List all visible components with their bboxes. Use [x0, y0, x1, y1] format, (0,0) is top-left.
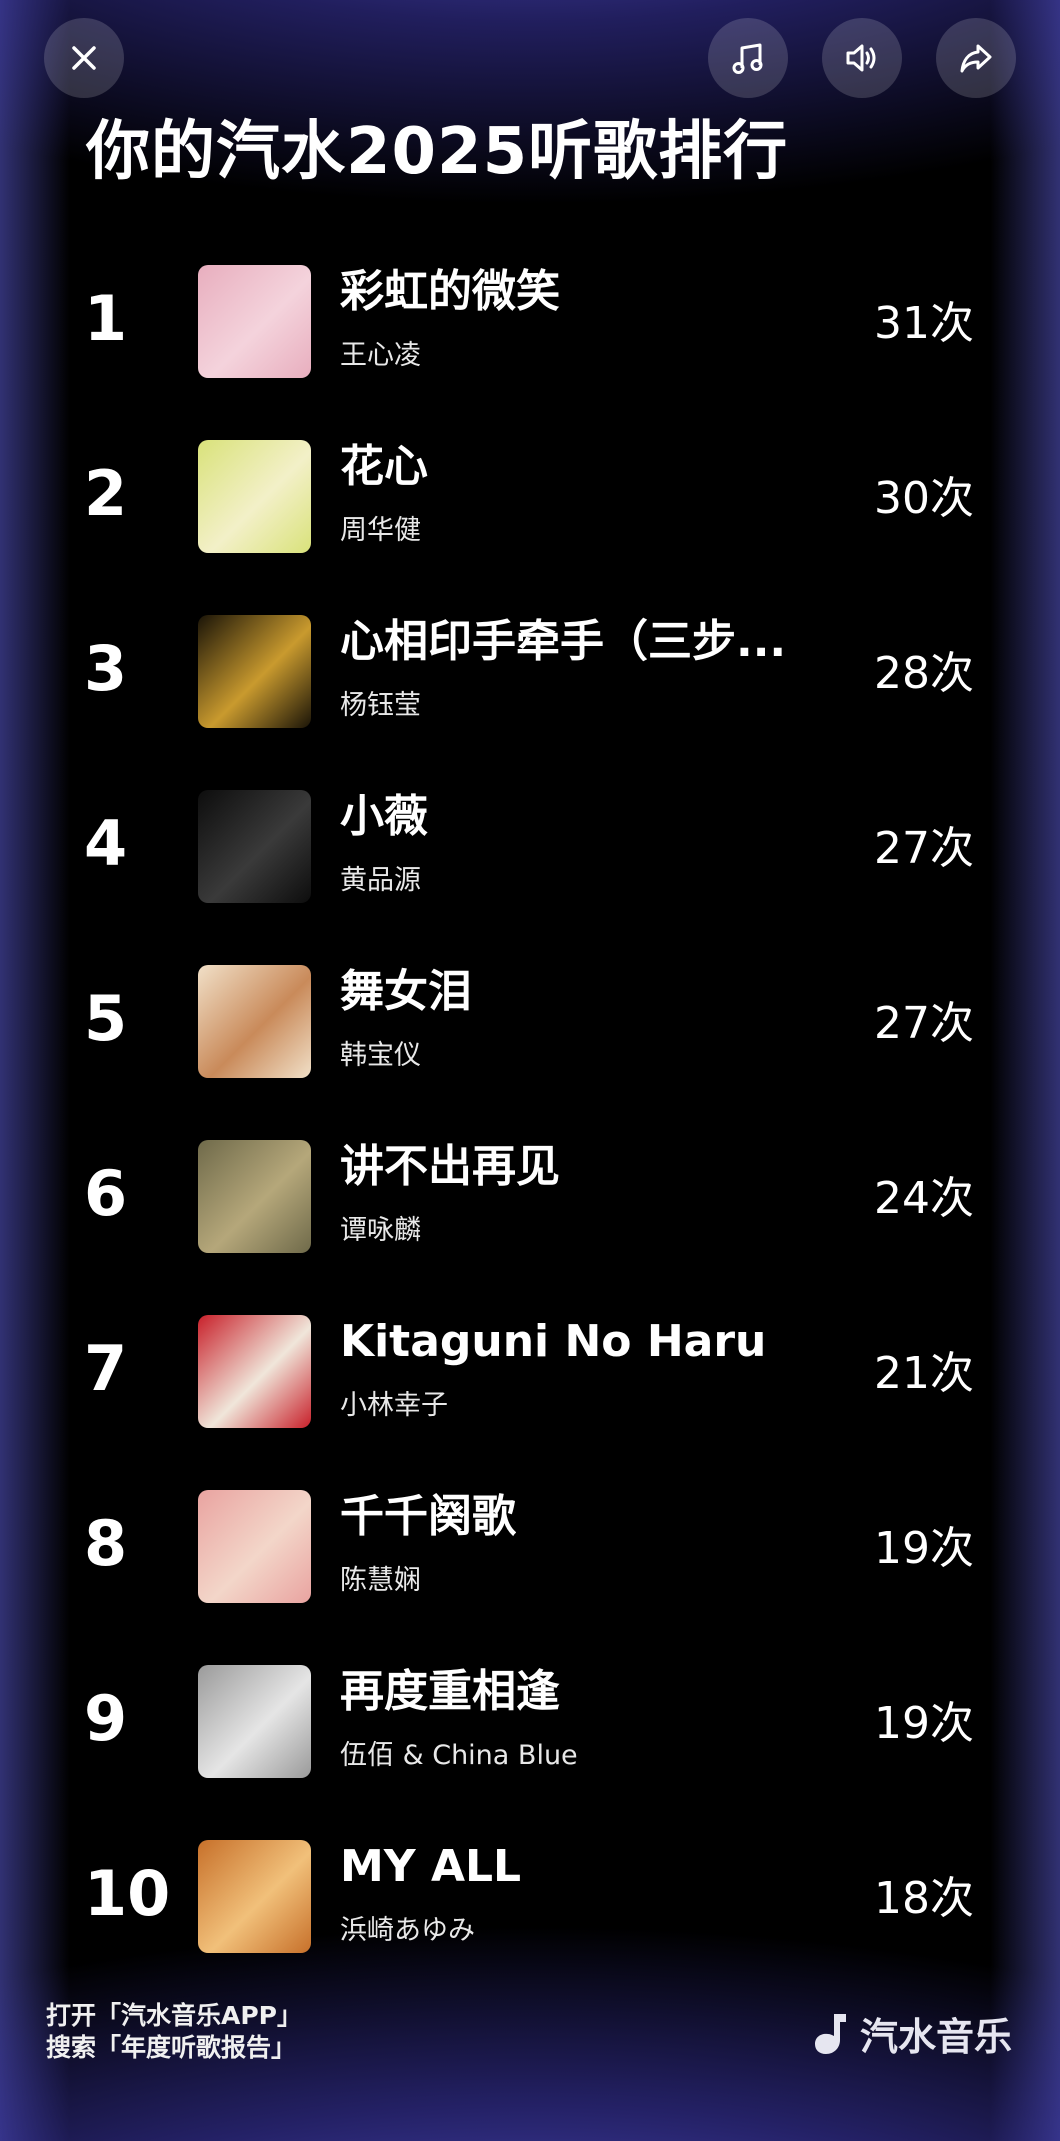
rank-number: 7	[84, 1332, 128, 1405]
play-count: 21次	[874, 1348, 974, 1399]
song-row[interactable]: 2 花心周华健 30次	[0, 437, 1060, 612]
qishui-logo-icon	[815, 2013, 846, 2054]
song-title: 舞女泪	[340, 966, 472, 1017]
album-cover[interactable]	[198, 1315, 311, 1428]
album-cover-art	[198, 1140, 311, 1253]
rank-number: 1	[84, 282, 128, 355]
rank-number: 5	[84, 982, 128, 1055]
album-cover[interactable]	[198, 790, 311, 903]
music-button[interactable]	[708, 18, 788, 98]
song-title: 再度重相逢	[340, 1666, 560, 1717]
song-row[interactable]: 1 彩虹的微笑王心凌 31次	[0, 262, 1060, 437]
album-cover-art	[198, 1490, 311, 1603]
album-cover-art	[198, 1315, 311, 1428]
rank-number: 2	[84, 457, 128, 530]
song-row[interactable]: 9 再度重相逢伍佰 & China Blue 19次	[0, 1662, 1060, 1837]
album-cover[interactable]	[198, 1665, 311, 1778]
close-button[interactable]	[44, 18, 124, 98]
song-row[interactable]: 3 心相印手牵手（三步... 杨钰莹 28次	[0, 612, 1060, 787]
play-count: 27次	[874, 823, 974, 874]
song-artist: 周华健	[340, 515, 421, 546]
album-cover[interactable]	[198, 1840, 311, 1953]
song-row[interactable]: 7 Kitaguni No Haru 小林幸子 21次	[0, 1312, 1060, 1487]
album-cover[interactable]	[198, 1490, 311, 1603]
rank-number: 4	[84, 807, 128, 880]
footer-line-open-app: 打开「汽水音乐APP」	[46, 2001, 302, 2030]
album-cover[interactable]	[198, 440, 311, 553]
album-cover-art	[198, 1665, 311, 1778]
play-count: 31次	[874, 298, 974, 349]
song-artist: 谭咏麟	[340, 1215, 421, 1246]
page-background: 你的汽水2025听歌排行 1 彩虹的微笑王心凌 31次 2 花心周华健 30次 3 心相印手牵…	[0, 0, 1060, 2141]
ranking-list: 1 彩虹的微笑王心凌 31次 2 花心周华健 30次 3 心相印手牵手（三步... 杨钰莹 28次…	[0, 262, 1060, 2012]
song-row[interactable]: 10 MY ALL 浜崎あゆみ 18次	[0, 1837, 1060, 2012]
album-cover-art	[198, 790, 311, 903]
song-artist: 黄品源	[340, 865, 421, 896]
song-title: 花心	[340, 441, 428, 492]
volume-icon	[846, 44, 876, 72]
play-count: 19次	[874, 1698, 974, 1749]
share-icon	[960, 44, 992, 73]
play-count: 28次	[874, 648, 974, 699]
album-cover-art	[198, 615, 311, 728]
song-row[interactable]: 4 小薇黄品源 27次	[0, 787, 1060, 962]
song-artist: 王心凌	[340, 340, 421, 371]
play-count: 24次	[874, 1173, 974, 1224]
song-title: 小薇	[340, 791, 428, 842]
album-cover[interactable]	[198, 615, 311, 728]
play-count: 27次	[874, 998, 974, 1049]
share-button[interactable]	[936, 18, 1016, 98]
rank-number: 6	[84, 1157, 128, 1230]
song-row[interactable]: 5 舞女泪韩宝仪 27次	[0, 962, 1060, 1137]
song-title: 彩虹的微笑	[340, 266, 560, 317]
rank-number: 8	[84, 1507, 128, 1580]
album-cover-art	[198, 1840, 311, 1953]
brand-name: 汽水音乐	[860, 2015, 1013, 2059]
song-row[interactable]: 6 讲不出再见谭咏麟 24次	[0, 1137, 1060, 1312]
song-row[interactable]: 8 千千阕歌陈慧娴 19次	[0, 1487, 1060, 1662]
brand-logo: 汽水音乐	[812, 2006, 1012, 2061]
album-cover[interactable]	[198, 965, 311, 1078]
music-note-icon	[732, 43, 763, 74]
song-title: 讲不出再见	[340, 1141, 560, 1192]
song-artist: 韩宝仪	[340, 1040, 421, 1071]
song-title: Kitaguni No Haru	[340, 1316, 767, 1367]
song-title: 心相印手牵手（三步...	[340, 616, 787, 667]
song-artist: 伍佰 & China Blue	[340, 1740, 578, 1771]
song-title: 千千阕歌	[340, 1491, 516, 1542]
song-artist: 小林幸子	[340, 1390, 448, 1421]
sound-button[interactable]	[822, 18, 902, 98]
song-artist: 陈慧娴	[340, 1565, 421, 1596]
footer-instructions: 打开「汽水音乐APP」 搜索「年度听歌报告」	[46, 2000, 302, 2064]
footer-line-search: 搜索「年度听歌报告」	[46, 2033, 297, 2062]
play-count: 19次	[874, 1523, 974, 1574]
page-title: 你的汽水2025听歌排行	[86, 115, 789, 189]
rank-number: 9	[84, 1682, 128, 1755]
song-title: MY ALL	[340, 1841, 522, 1892]
song-artist: 浜崎あゆみ	[340, 1915, 475, 1946]
rank-number: 3	[84, 632, 128, 705]
play-count: 18次	[874, 1873, 974, 1924]
close-icon	[72, 46, 96, 70]
play-count: 30次	[874, 473, 974, 524]
song-artist: 杨钰莹	[340, 690, 421, 721]
album-cover-art	[198, 265, 311, 378]
album-cover-art	[198, 440, 311, 553]
rank-number: 10	[84, 1857, 171, 1930]
album-cover-art	[198, 965, 311, 1078]
album-cover[interactable]	[198, 265, 311, 378]
album-cover[interactable]	[198, 1140, 311, 1253]
